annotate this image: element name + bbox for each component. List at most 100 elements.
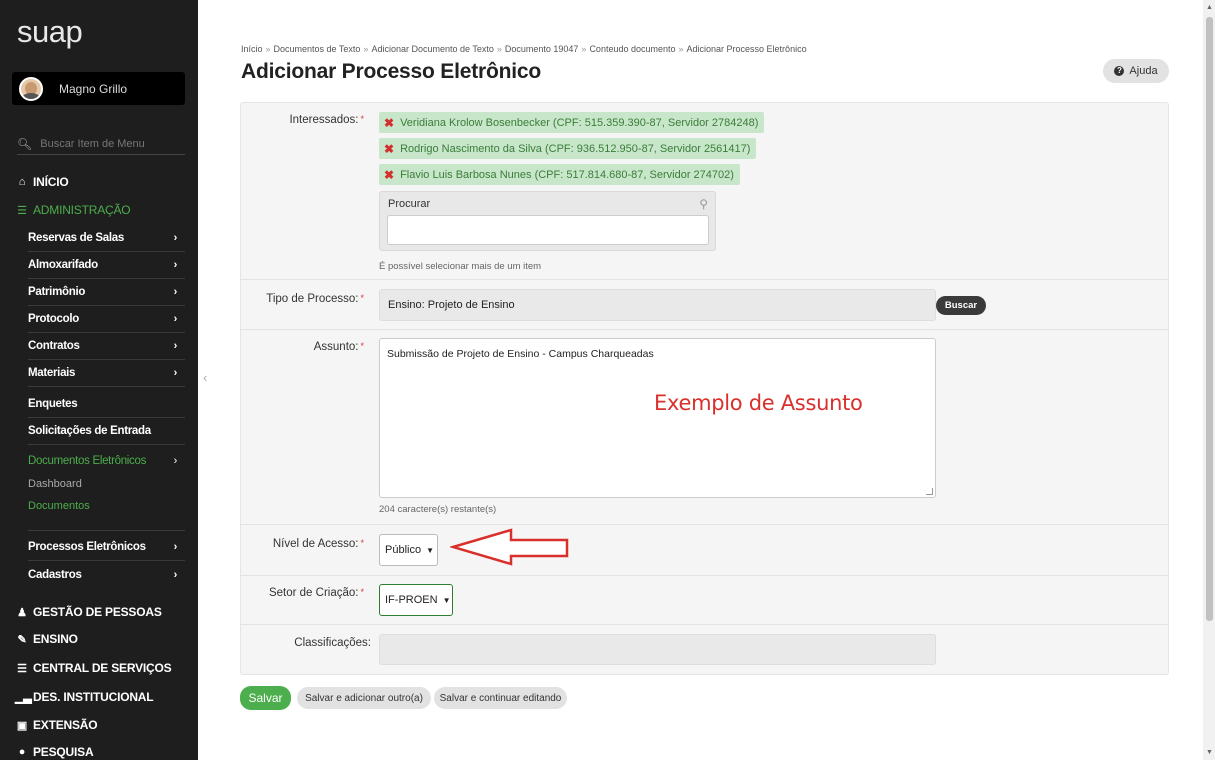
sidebar-item-ensino[interactable]: ✎ ENSINO [15,632,78,646]
briefcase-icon: ▣ [16,719,28,732]
sidebar-collapse-icon[interactable]: ‹ [203,370,207,385]
chevron-right-icon: › [173,313,178,325]
list-icon: ☰ [17,662,27,675]
search-icon: ⚲ [699,197,708,211]
sidebar-item-inicio[interactable]: ⌂ INÍCIO [15,175,69,189]
breadcrumb-link[interactable]: Início [241,44,263,54]
breadcrumb-separator: » [581,44,587,54]
remove-icon[interactable]: ✖ [384,168,394,182]
required-mark: * [360,538,364,548]
sidebar-item-documentos-eletronicos[interactable]: Documentos Eletrônicos › [28,447,185,474]
breadcrumb-link[interactable]: Documentos de Texto [274,44,361,54]
sidebar-item-processos-eletronicos[interactable]: Processos Eletrônicos › [28,534,185,561]
sidebar-item-solicitacoes-de-entrada[interactable]: Solicitações de Entrada [28,418,185,445]
sidebar-item-label: Enquetes [28,398,78,410]
user-menu[interactable]: Magno Grillo [12,72,185,105]
sidebar-item-label: PESQUISA [33,745,94,759]
pencil-icon: ✎ [17,633,27,646]
sidebar-item-label: Documentos Eletrônicos [28,454,147,467]
sidebar-item-reservas-de-salas[interactable]: Reservas de Salas › [28,225,185,252]
sidebar-item-contratos[interactable]: Contratos › [28,333,185,360]
row-divider [240,575,1169,576]
breadcrumb-separator: » [265,44,271,54]
buscar-button[interactable]: Buscar [936,296,986,315]
sidebar-item-label: EXTENSÃO [33,718,98,732]
sidebar-item-patrimonio[interactable]: Patrimônio › [28,279,185,306]
assunto-textarea[interactable]: Submissão de Projeto de Ensino - Campus … [379,338,936,498]
row-divider [240,624,1169,625]
search-panel-label: Procurar [388,198,431,210]
sidebar-item-pesquisa[interactable]: ● PESQUISA [15,745,94,759]
sidebar-item-documentos[interactable]: Documentos [28,500,90,512]
sidebar-item-label: ADMINISTRAÇÃO [33,203,131,217]
sidebar-item-extensao[interactable]: ▣ EXTENSÃO [15,718,98,732]
save-and-continue-button[interactable]: Salvar e continuar editando [434,687,567,709]
sidebar-item-enquetes[interactable]: Enquetes [28,391,185,418]
interessados-help-text: É possível selecionar mais de um item [379,261,542,272]
breadcrumb-link[interactable]: Documento 19047 [505,44,579,54]
remove-icon[interactable]: ✖ [384,116,394,130]
home-icon: ⌂ [18,176,26,188]
sidebar-item-label: Solicitações de Entrada [28,425,151,437]
list-icon: ☰ [17,204,27,217]
nivel-acesso-select[interactable]: Público ▼ [379,534,438,566]
sidebar-item-label: Processos Eletrônicos [28,541,146,553]
sidebar-item-central-de-servicos[interactable]: ☰ CENTRAL DE SERVIÇOS [15,661,171,675]
chevron-right-icon: › [173,259,178,271]
sidebar-item-label: CENTRAL DE SERVIÇOS [33,661,172,675]
sidebar-item-label: Reservas de Salas [28,232,124,244]
question-icon: ? [1114,66,1125,76]
breadcrumb-link[interactable]: Adicionar Documento de Texto [371,44,493,54]
sidebar-item-des-institucional[interactable]: ▁▃ DES. INSTITUCIONAL [15,690,154,704]
menu-search-input[interactable]: 🔍︎ Buscar Item de Menu [17,133,185,155]
chevron-right-icon: › [173,541,178,553]
tipo-processo-label: Tipo de Processo: * [230,293,364,305]
sidebar-item-label: ENSINO [33,632,78,646]
chevron-right-icon: › [173,286,178,298]
annotation-arrow-icon [450,528,569,566]
sidebar-item-label: Cadastros [28,568,82,581]
sidebar-item-gestao-de-pessoas[interactable]: ♟ GESTÃO DE PESSOAS [15,605,162,619]
scroll-down-icon[interactable]: ▼ [1206,749,1213,756]
row-divider [240,329,1169,330]
user-name: Magno Grillo [59,81,128,96]
sidebar-item-label: Contratos [28,340,80,352]
interessados-search-input[interactable] [387,215,709,245]
chevron-right-icon: › [173,367,178,379]
required-mark: * [360,587,364,597]
remove-icon[interactable]: ✖ [384,142,394,156]
scrollbar-thumb[interactable] [1206,17,1213,621]
interessado-tag: ✖ Veridiana Krolow Bosenbecker (CPF: 515… [379,112,765,133]
app-logo[interactable]: suap [17,14,83,50]
page-scrollbar[interactable]: ▲ ▼ [1203,0,1215,760]
interessado-tag: ✖ Rodrigo Nascimento da Silva (CPF: 936.… [379,138,757,159]
sidebar-item-cadastros[interactable]: Cadastros › [28,561,185,588]
sidebar-item-almoxarifado[interactable]: Almoxarifado › [28,252,185,279]
label-text: Interessados: [289,114,359,126]
help-button-label: Ajuda [1129,65,1158,77]
sidebar-item-label: GESTÃO DE PESSOAS [33,605,162,619]
required-mark: * [360,341,364,351]
setor-criacao-label: Setor de Criação: * [230,587,364,599]
label-text: Classificações: [294,637,371,649]
sidebar-item-protocolo[interactable]: Protocolo › [28,306,185,333]
caret-down-icon: ▼ [426,545,434,555]
sidebar-item-dashboard[interactable]: Dashboard [28,478,82,490]
assunto-label: Assunto: * [230,341,364,353]
resize-handle-icon[interactable] [926,488,933,495]
breadcrumb-link[interactable]: Conteudo documento [589,44,675,54]
help-button[interactable]: ? Ajuda [1103,59,1169,83]
sidebar-item-label: Materiais [28,367,76,379]
breadcrumb-current: Adicionar Processo Eletrônico [686,44,807,54]
tag-label: Rodrigo Nascimento da Silva (CPF: 936.51… [400,142,751,155]
save-and-add-button[interactable]: Salvar e adicionar outro(a) [297,687,431,709]
label-text: Tipo de Processo: [266,293,359,305]
select-value: Público [385,544,422,556]
save-button[interactable]: Salvar [240,686,291,710]
chevron-right-icon: › [173,454,178,467]
sidebar-item-materiais[interactable]: Materiais › [28,360,185,387]
scroll-up-icon[interactable]: ▲ [1206,4,1213,11]
sidebar-item-administracao[interactable]: ☰ ADMINISTRAÇÃO [15,203,130,217]
chevron-right-icon: › [173,340,178,352]
setor-criacao-select[interactable]: IF-PROEN ▼ [379,584,453,616]
